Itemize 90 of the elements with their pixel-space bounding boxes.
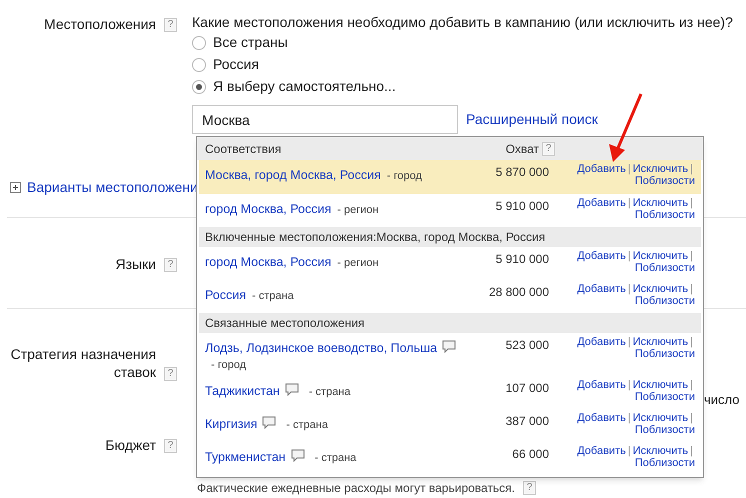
reach-value: 387 000 xyxy=(504,413,549,430)
reach-value: 523 000 xyxy=(504,337,549,354)
action-link[interactable]: Поблизости xyxy=(634,457,695,469)
location-type: - страна xyxy=(252,289,294,304)
action-link[interactable]: Добавить xyxy=(577,250,626,262)
field-label: Бюджет xyxy=(105,436,156,455)
action-link[interactable]: Поблизости xyxy=(634,175,695,187)
question-text: Какие местоположения необходимо добавить в кампанию (или исключить из нее)? xyxy=(192,13,733,31)
action-link[interactable]: Исключить xyxy=(632,336,688,348)
action-link[interactable]: Исключить xyxy=(632,412,688,424)
speech-bubble-icon[interactable] xyxy=(290,449,305,462)
result-row[interactable]: Москва, город Москва, Россия - город 5 870 000 Добавить | Исключить | Поблизости xyxy=(199,160,701,194)
location-type: - страна xyxy=(314,451,356,466)
section-header: Включенные местоположения:Москва, город Москва, Россия xyxy=(205,229,546,246)
location-type: - регион xyxy=(337,203,379,218)
location-link[interactable]: город Москва, Россия xyxy=(205,255,332,269)
speech-bubble-icon[interactable] xyxy=(262,416,276,429)
separator: | xyxy=(690,336,693,348)
action-link[interactable]: Исключить xyxy=(632,197,688,209)
location-link[interactable]: Таджикистан xyxy=(205,384,280,398)
separator: | xyxy=(690,283,693,295)
separator: | xyxy=(690,412,693,424)
action-link[interactable]: Добавить xyxy=(577,163,626,175)
search-field[interactable]: Москва xyxy=(192,105,458,134)
location-link[interactable]: Москва, город Москва, Россия xyxy=(205,168,381,182)
separator: | xyxy=(628,283,631,295)
action-link[interactable]: Исключить xyxy=(632,163,688,175)
field-label: Языки xyxy=(115,255,156,274)
separator: | xyxy=(628,163,631,175)
field-label: Стратегия назначения ставок xyxy=(10,345,156,381)
separator: | xyxy=(690,250,693,262)
action-link[interactable]: Добавить xyxy=(577,445,626,457)
action-link[interactable]: Поблизости xyxy=(634,391,695,403)
reach-value: 5 910 000 xyxy=(494,198,549,215)
speech-bubble-icon[interactable] xyxy=(284,383,299,396)
radio-button[interactable] xyxy=(192,80,206,94)
action-link[interactable]: Добавить xyxy=(577,379,626,391)
action-link[interactable]: Исключить xyxy=(632,379,688,391)
separator: | xyxy=(628,197,631,209)
location-type: - город xyxy=(386,169,422,184)
action-link[interactable]: Добавить xyxy=(577,283,626,295)
location-link[interactable]: Лодзь, Лодзинское воеводство, Польша xyxy=(205,341,438,355)
budget-note: Фактические ежедневные расходы могут варьироваться. xyxy=(197,480,516,497)
action-link[interactable]: Исключить xyxy=(632,250,688,262)
radio-label: Я выберу самостоятельно... xyxy=(213,77,396,96)
speech-bubble-icon[interactable] xyxy=(442,340,456,353)
location-link[interactable]: Киргизия xyxy=(205,417,258,431)
separator: | xyxy=(690,445,693,457)
location-type: - страна xyxy=(308,385,350,400)
location-link[interactable]: Туркменистан xyxy=(205,450,286,464)
action-link[interactable]: Добавить xyxy=(577,412,626,424)
separator: | xyxy=(690,197,693,209)
reach-value: 107 000 xyxy=(504,380,549,397)
location-link[interactable]: Россия xyxy=(205,288,246,302)
action-link[interactable]: Исключить xyxy=(632,445,688,457)
action-link[interactable]: Поблизости xyxy=(634,348,695,360)
separator: | xyxy=(628,445,631,457)
action-link[interactable]: Исключить xyxy=(632,283,688,295)
field-label: Местоположения xyxy=(44,15,156,34)
action-link[interactable]: Поблизости xyxy=(634,209,695,221)
location-type: - регион xyxy=(337,256,379,271)
location-type: - город xyxy=(211,358,246,373)
action-link[interactable]: Добавить xyxy=(577,197,626,209)
section-header: Связанные местоположения xyxy=(205,315,366,332)
section-header: Соответствия xyxy=(205,140,282,158)
advanced-search-link[interactable]: Расширенный поиск xyxy=(466,109,598,130)
radio-label: Россия xyxy=(213,55,259,74)
column-header: Охват xyxy=(506,140,539,158)
action-link[interactable]: Добавить xyxy=(577,336,626,348)
expand-icon[interactable] xyxy=(10,182,21,193)
reach-value: 28 800 000 xyxy=(488,284,549,301)
separator: | xyxy=(690,379,693,391)
option-text: число xyxy=(704,391,740,409)
action-link[interactable]: Поблизости xyxy=(634,295,695,307)
action-link[interactable]: Поблизости xyxy=(634,424,695,436)
separator: | xyxy=(628,379,631,391)
radio-button[interactable] xyxy=(192,58,206,72)
reach-value: 5 870 000 xyxy=(494,164,549,181)
separator: | xyxy=(690,163,693,175)
separator: | xyxy=(628,412,631,424)
separator: | xyxy=(628,336,631,348)
location-link[interactable]: город Москва, Россия xyxy=(205,202,332,216)
reach-value: 66 000 xyxy=(511,446,549,463)
reach-value: 5 910 000 xyxy=(494,251,549,268)
separator: | xyxy=(628,250,631,262)
action-link[interactable]: Поблизости xyxy=(634,262,695,274)
location-type: - страна xyxy=(286,418,328,433)
location-options-link[interactable]: Варианты местоположени xyxy=(27,177,198,198)
radio-button[interactable] xyxy=(192,36,206,50)
radio-label: Все страны xyxy=(213,33,288,52)
